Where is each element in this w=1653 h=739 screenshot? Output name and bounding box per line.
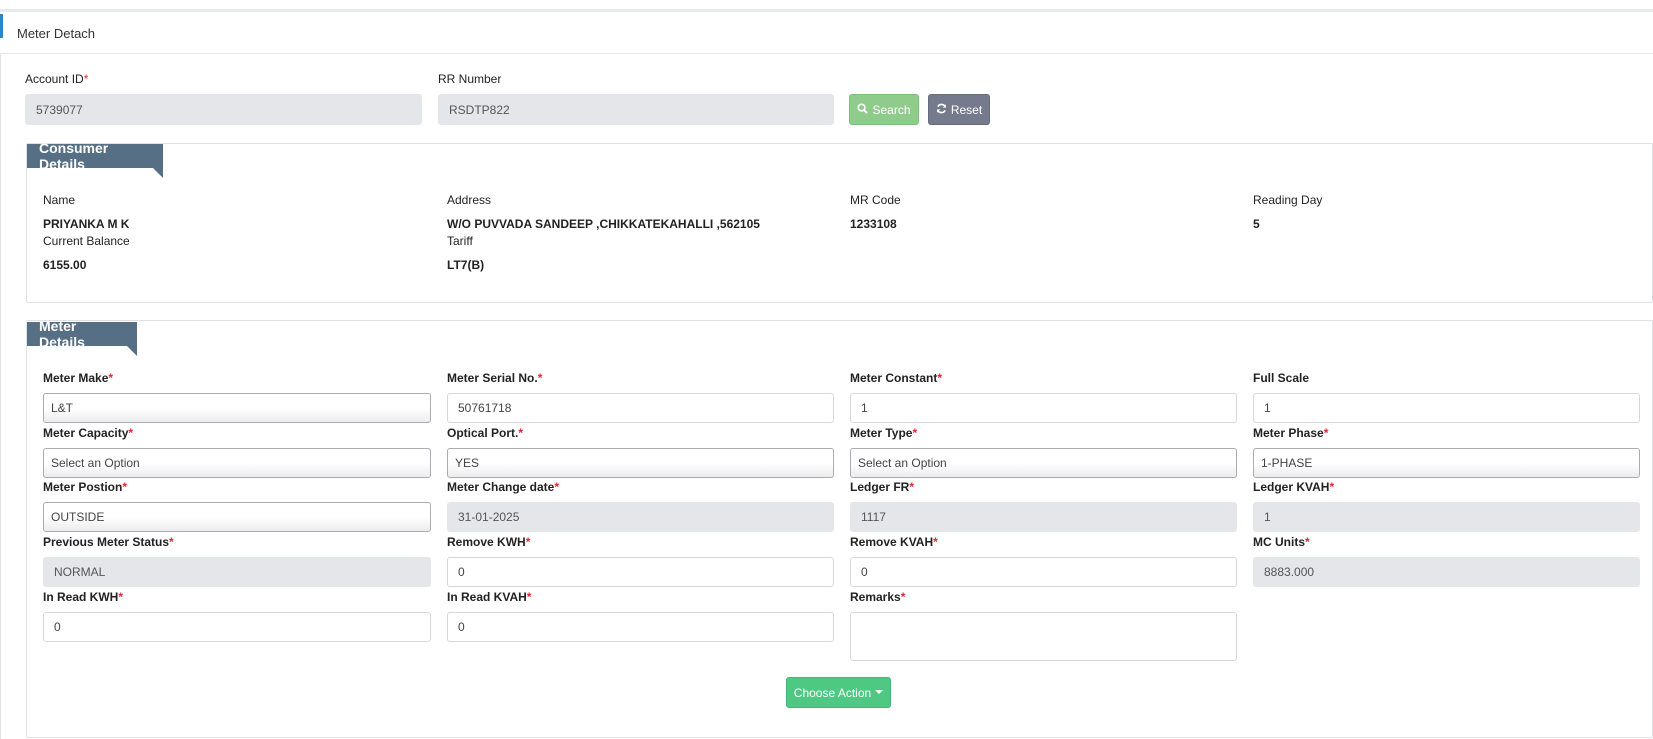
remove-kvah-label: Remove KVAH* bbox=[850, 535, 938, 549]
header-accent-bar bbox=[0, 14, 3, 38]
meter-constant-label: Meter Constant* bbox=[850, 371, 943, 385]
in-read-kwh-label: In Read KWH* bbox=[43, 590, 124, 604]
meter-capacity-select[interactable]: Select an Option bbox=[43, 448, 431, 478]
full-scale-label: Full Scale bbox=[1253, 371, 1310, 385]
choose-action-label: Choose Action bbox=[793, 685, 872, 700]
account-id-input[interactable]: 5739077 bbox=[25, 94, 422, 125]
meter-serial-label: Meter Serial No.* bbox=[447, 371, 543, 385]
account-id-label: Account ID* bbox=[25, 72, 89, 86]
ledger-fr-label: Ledger FR* bbox=[850, 480, 915, 494]
optical-port-select[interactable]: YES bbox=[447, 448, 834, 478]
consumer-ribbon-tail bbox=[153, 168, 163, 178]
search-button-label: Search bbox=[872, 102, 911, 117]
full-scale-input[interactable]: 1 bbox=[1253, 393, 1640, 423]
meter-position-select[interactable]: OUTSIDE bbox=[43, 502, 431, 532]
current-balance-label: Current Balance bbox=[43, 234, 130, 248]
meter-type-select[interactable]: Select an Option bbox=[850, 448, 1237, 478]
address-label: Address bbox=[447, 193, 492, 207]
meter-details-header: Meter Details bbox=[27, 318, 137, 350]
reading-day-label: Reading Day bbox=[1253, 193, 1323, 207]
mr-code-label: MR Code bbox=[850, 193, 901, 207]
consumer-details-header: Consumer Details bbox=[27, 140, 163, 172]
search-icon bbox=[857, 102, 869, 117]
caret-down-icon bbox=[875, 687, 884, 698]
consumer-details-panel bbox=[26, 143, 1653, 303]
meter-serial-input[interactable]: 50761718 bbox=[447, 393, 834, 423]
remarks-label: Remarks* bbox=[850, 590, 906, 604]
in-read-kvah-input[interactable]: 0 bbox=[447, 612, 834, 642]
refresh-icon bbox=[936, 103, 947, 117]
ledger-fr-input[interactable]: 1117 bbox=[850, 502, 1237, 532]
meter-capacity-label: Meter Capacity* bbox=[43, 426, 134, 440]
search-button[interactable]: Search bbox=[849, 94, 919, 125]
page-title: Meter Detach bbox=[17, 26, 96, 41]
mc-units-input[interactable]: 8883.000 bbox=[1253, 557, 1640, 587]
reset-button[interactable]: Reset bbox=[928, 94, 990, 125]
remove-kwh-input[interactable]: 0 bbox=[447, 557, 834, 587]
in-read-kvah-label: In Read KVAH* bbox=[447, 590, 532, 604]
meter-change-date-input[interactable]: 31-01-2025 bbox=[447, 502, 834, 532]
current-balance-value: 6155.00 bbox=[43, 258, 87, 272]
remarks-textarea[interactable] bbox=[850, 612, 1237, 661]
remove-kvah-input[interactable]: 0 bbox=[850, 557, 1237, 587]
tariff-label: Tariff bbox=[447, 234, 473, 248]
name-label: Name bbox=[43, 193, 76, 207]
ledger-kvah-input[interactable]: 1 bbox=[1253, 502, 1640, 532]
mc-units-label: MC Units* bbox=[1253, 535, 1310, 549]
previous-status-label: Previous Meter Status* bbox=[43, 535, 174, 549]
meter-constant-input[interactable]: 1 bbox=[850, 393, 1237, 423]
optical-port-label: Optical Port.* bbox=[447, 426, 524, 440]
rr-number-input[interactable]: RSDTP822 bbox=[438, 94, 834, 125]
page-header: Meter Detach bbox=[0, 12, 1653, 54]
left-rule bbox=[0, 54, 1, 739]
meter-phase-select[interactable]: 1-PHASE bbox=[1253, 448, 1640, 478]
choose-action-button[interactable]: Choose Action bbox=[786, 677, 891, 708]
meter-phase-label: Meter Phase* bbox=[1253, 426, 1329, 440]
meter-type-label: Meter Type* bbox=[850, 426, 918, 440]
previous-status-input[interactable]: NORMAL bbox=[43, 557, 431, 587]
in-read-kwh-input[interactable]: 0 bbox=[43, 612, 431, 642]
meter-ribbon-tail bbox=[127, 346, 137, 356]
address-value: W/O PUVVADA SANDEEP ,CHIKKATEKAHALLI ,56… bbox=[447, 217, 760, 231]
ledger-kvah-label: Ledger KVAH* bbox=[1253, 480, 1335, 494]
meter-position-label: Meter Postion* bbox=[43, 480, 128, 494]
reset-button-label: Reset bbox=[950, 102, 983, 117]
meter-change-date-label: Meter Change date* bbox=[447, 480, 560, 494]
meter-make-label: Meter Make* bbox=[43, 371, 114, 385]
remove-kwh-label: Remove KWH* bbox=[447, 535, 531, 549]
rr-number-label: RR Number bbox=[438, 72, 502, 86]
meter-make-select[interactable]: L&T bbox=[43, 393, 431, 423]
mr-code-value: 1233108 bbox=[850, 217, 897, 231]
name-value: PRIYANKA M K bbox=[43, 217, 130, 231]
reading-day-value: 5 bbox=[1253, 217, 1260, 231]
tariff-value: LT7(B) bbox=[447, 258, 485, 272]
